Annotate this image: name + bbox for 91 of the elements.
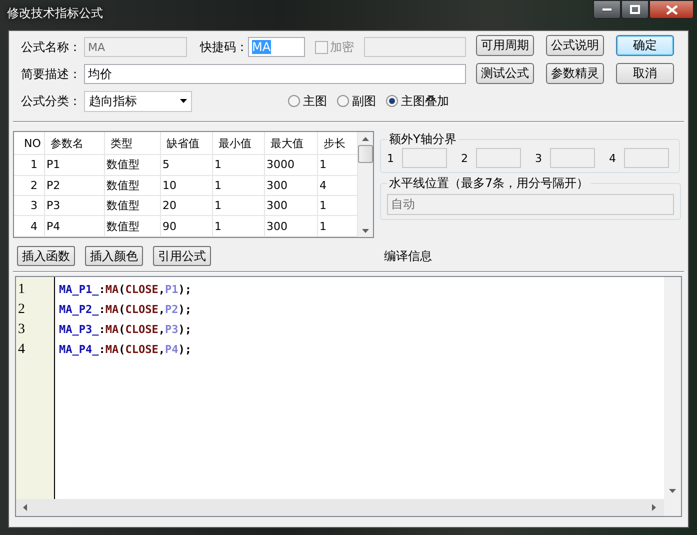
input-field[interactable] <box>624 148 669 168</box>
scrollbar[interactable] <box>358 132 373 237</box>
maximize-icon <box>630 5 640 14</box>
column-header[interactable]: 参数名 <box>44 132 104 155</box>
table-cell: P2 <box>44 175 104 196</box>
radio-button[interactable]: 主图 <box>288 92 327 110</box>
table-cell: 3 <box>14 196 44 216</box>
column-header[interactable]: 类型 <box>104 132 160 155</box>
minimize-icon <box>602 8 612 12</box>
input-field[interactable] <box>402 148 447 168</box>
table-cell: 1 <box>212 175 264 196</box>
maximize-button[interactable] <box>621 0 649 19</box>
window-title: 修改技术指标公式 <box>7 5 103 22</box>
table-cell: P4 <box>44 216 104 236</box>
column-header[interactable]: NO <box>14 132 44 155</box>
table-cell: 300 <box>264 175 317 196</box>
table-cell: 1 <box>317 216 357 236</box>
toolbar-button[interactable]: 插入颜色 <box>85 246 143 266</box>
scroll-down-icon[interactable] <box>362 229 369 233</box>
table-cell: 2 <box>14 175 44 196</box>
table-cell: 5 <box>160 154 212 176</box>
table-cell: 1 <box>212 196 264 216</box>
dialog-button[interactable]: 取消 <box>616 63 674 84</box>
column-header[interactable]: 缺省值 <box>160 132 212 155</box>
input-field[interactable]: 均价 <box>84 64 466 84</box>
table-cell: P1 <box>44 154 104 176</box>
table-cell: 90 <box>160 216 212 236</box>
group-title: 额外Y轴分界 <box>388 131 458 148</box>
line-number: 4 <box>17 341 26 359</box>
field-label: 2 <box>461 152 469 164</box>
field-label: 4 <box>609 152 617 164</box>
table-cell: 1 <box>317 154 357 176</box>
scroll-left-icon[interactable] <box>23 504 27 511</box>
radio-button[interactable]: 主图叠加 <box>386 92 449 110</box>
minimize-button[interactable] <box>593 0 621 19</box>
input-field[interactable] <box>476 148 521 168</box>
table-cell: 10 <box>160 175 212 196</box>
dialog-button[interactable]: 参数精灵 <box>546 63 604 84</box>
toolbar-button[interactable]: 插入函数 <box>17 246 75 266</box>
category-dropdown[interactable]: 趋向指标 <box>84 90 192 112</box>
field-label: 1 <box>387 152 395 164</box>
radio-button[interactable]: 副图 <box>337 92 376 110</box>
scroll-down-icon[interactable] <box>669 489 676 493</box>
close-button[interactable] <box>649 0 694 19</box>
scrollbar[interactable] <box>664 277 681 499</box>
table-cell: 1 <box>317 196 357 216</box>
table-cell: P3 <box>44 196 104 216</box>
column-header[interactable]: 最小值 <box>212 132 264 155</box>
dialog-button[interactable]: 确定 <box>616 35 674 56</box>
scroll-right-icon[interactable] <box>652 504 656 511</box>
table-cell: 数值型 <box>104 175 160 196</box>
column-header[interactable]: 步长 <box>317 132 357 155</box>
code-line: MA_P3_:MA(CLOSE,P3); <box>59 322 192 338</box>
table-cell: 20 <box>160 196 212 216</box>
table-cell: 1 <box>14 154 44 176</box>
close-icon <box>666 4 678 14</box>
line-number: 2 <box>17 301 26 319</box>
field-label: 3 <box>535 152 543 164</box>
column-header[interactable]: 最大值 <box>264 132 317 155</box>
line-number: 1 <box>17 281 26 299</box>
table-cell: 4 <box>317 175 357 196</box>
code-line: MA_P2_:MA(CLOSE,P2); <box>59 302 192 318</box>
scrollbar-corner <box>664 499 681 516</box>
table-cell: 1 <box>212 216 264 236</box>
field-label: 公式名称： <box>21 38 82 56</box>
caret-icon <box>180 99 187 103</box>
code-line: MA_P4_:MA(CLOSE,P4); <box>59 342 192 358</box>
field-label: 简要描述： <box>21 66 82 82</box>
input-field[interactable] <box>550 148 595 168</box>
code-line: MA_P1_:MA(CLOSE,P1); <box>59 282 192 298</box>
dialog-button[interactable]: 测试公式 <box>476 63 534 84</box>
table-cell: 数值型 <box>104 216 160 236</box>
table-cell: 300 <box>264 196 317 216</box>
field-label: 公式分类： <box>21 92 82 110</box>
scroll-thumb[interactable] <box>358 145 373 163</box>
dialog-button[interactable]: 可用周期 <box>476 35 534 56</box>
group-title: 水平线位置（最多7条，用分号隔开） <box>388 175 590 192</box>
table-cell: 300 <box>264 216 317 236</box>
table-cell: 数值型 <box>104 196 160 216</box>
scroll-up-icon[interactable] <box>362 137 369 141</box>
scrollbar[interactable] <box>16 499 681 516</box>
table-cell: 数值型 <box>104 154 160 176</box>
field-label: 快捷码： <box>200 38 248 56</box>
code-editor[interactable]: 1 2 3 4 MA_P1_:MA(CLOSE,P1); MA_P2_:MA(CLOSE,P2); MA_P3_:MA(CLOSE,P3); MA_P4_:MA(CLOSE,P4); <box>15 276 682 517</box>
table-cell: 4 <box>14 216 44 236</box>
dialog-button[interactable]: 公式说明 <box>546 35 604 56</box>
table-cell: 3000 <box>264 154 317 176</box>
table-cell: 1 <box>212 154 264 176</box>
line-number: 3 <box>17 321 26 339</box>
toolbar-button[interactable]: 引用公式 <box>153 246 211 266</box>
section-label: 编译信息 <box>384 248 432 264</box>
